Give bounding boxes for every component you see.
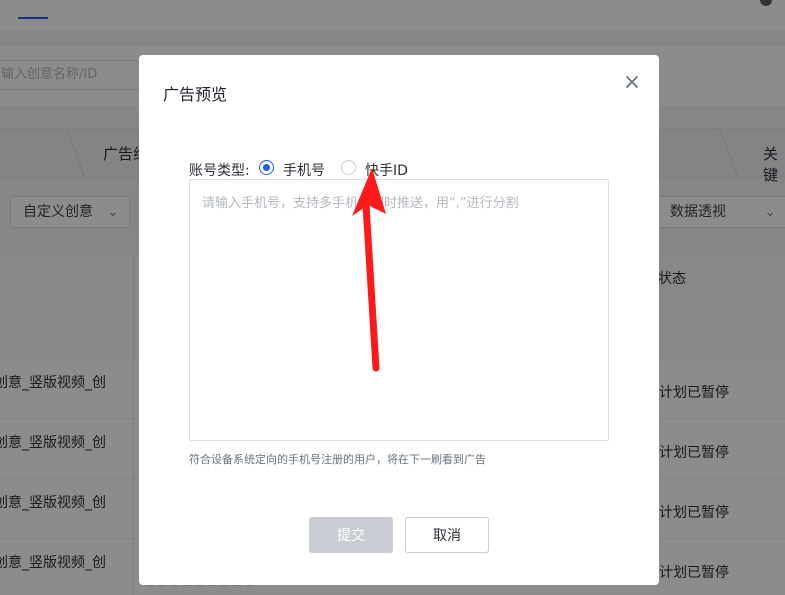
submit-button[interactable]: 提交 (309, 517, 393, 553)
radio-kuaishou-id[interactable] (341, 160, 356, 175)
close-icon (626, 76, 638, 88)
targeting-hint: 符合设备系统定向的手机号注册的用户，将在下一刷看到广告 (189, 453, 486, 466)
radio-phone-selected[interactable] (259, 160, 274, 175)
phone-number-textarea[interactable] (189, 179, 609, 441)
radio-kuaishou-id-label[interactable]: 快手ID (365, 160, 408, 180)
ad-preview-dialog: 广告预览 账号类型: 手机号 快手ID 符合设备系统定向的手机号注册的用户，将在… (139, 55, 659, 585)
close-button[interactable] (621, 71, 643, 93)
radio-phone-label[interactable]: 手机号 (283, 160, 325, 180)
dialog-title: 广告预览 (163, 85, 228, 104)
cancel-button[interactable]: 取消 (405, 517, 489, 553)
account-type-label: 账号类型: (189, 163, 250, 179)
